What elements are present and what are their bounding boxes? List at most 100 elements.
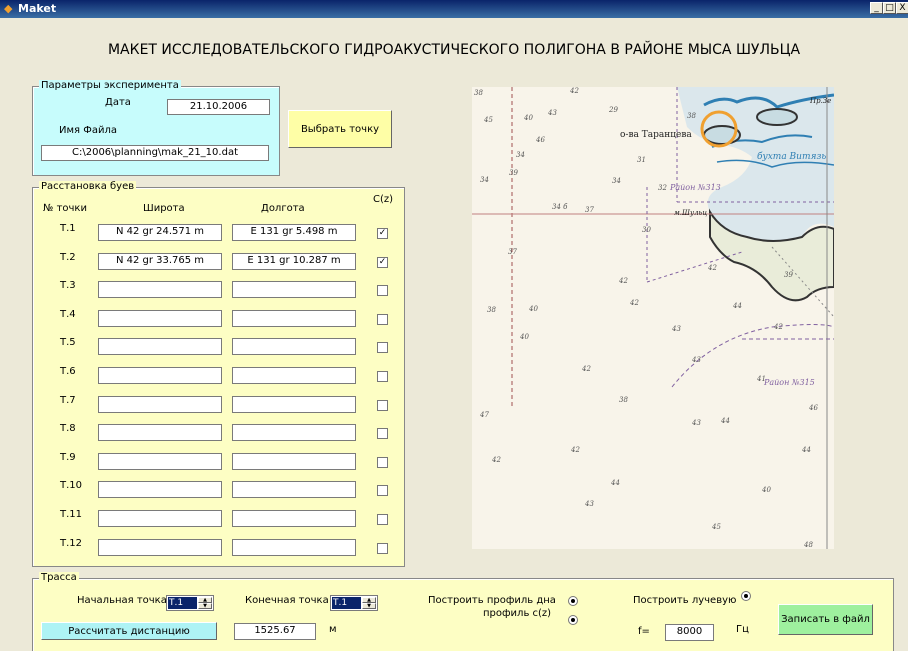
latitude-field[interactable] bbox=[98, 424, 222, 442]
depth-label: 39 bbox=[784, 271, 793, 279]
point-label: Т.9 bbox=[60, 451, 76, 463]
title-bar: ◆ Maket _ □ X bbox=[0, 0, 908, 18]
save-to-file-button[interactable]: Записать в файл bbox=[778, 604, 873, 635]
start-point-value: Т.1 bbox=[168, 597, 197, 609]
distance-unit: м bbox=[329, 624, 337, 635]
point-label: Т.5 bbox=[60, 337, 76, 349]
point-label: Т.4 bbox=[60, 308, 76, 320]
longitude-field[interactable] bbox=[232, 338, 356, 356]
depth-label: 44 bbox=[732, 302, 742, 310]
longitude-field[interactable] bbox=[232, 424, 356, 442]
latitude-field[interactable]: N 42 gr 24.571 m bbox=[98, 224, 222, 241]
freq-field[interactable]: 8000 bbox=[665, 624, 714, 641]
point-label: Т.3 bbox=[60, 280, 76, 292]
latitude-field[interactable] bbox=[98, 338, 222, 356]
end-point-select[interactable]: Т.1 ▲ ▼ bbox=[330, 595, 378, 611]
cz-profile-label: профиль с(z) bbox=[483, 608, 552, 619]
depth-label: 42 bbox=[618, 277, 628, 285]
select-point-button[interactable]: Выбрать точку bbox=[288, 110, 392, 148]
nautical-map[interactable]: о-ва Таранцева бухта Витязь Район №313 Р… bbox=[472, 87, 834, 549]
spin-down-icon[interactable]: ▼ bbox=[362, 603, 376, 609]
buoys-panel: Расстановка буев № точки Широта Долгота … bbox=[32, 181, 405, 567]
depth-label: 38 bbox=[487, 306, 496, 314]
depth-label: 38 bbox=[619, 396, 628, 404]
longitude-field[interactable]: E 131 gr 10.287 m bbox=[232, 252, 356, 270]
bottom-profile-radio[interactable] bbox=[568, 596, 578, 606]
depth-label: 39 bbox=[509, 169, 518, 177]
cz-checkbox[interactable] bbox=[377, 371, 388, 382]
longitude-field[interactable] bbox=[232, 367, 356, 384]
depth-label: 41 bbox=[756, 375, 766, 383]
spin-down-icon[interactable]: ▼ bbox=[198, 603, 212, 609]
depth-label: 34 bbox=[480, 176, 489, 184]
date-label: Дата bbox=[105, 97, 131, 108]
cz-checkbox[interactable] bbox=[377, 285, 388, 297]
buoys-legend: Расстановка буев bbox=[39, 181, 137, 192]
longitude-field[interactable] bbox=[232, 395, 356, 413]
depth-label: 43 bbox=[584, 500, 594, 508]
map-svg: о-ва Таранцева бухта Витязь Район №313 Р… bbox=[472, 87, 834, 549]
params-legend: Параметры эксперимента bbox=[39, 80, 181, 91]
bottom-profile-label: Построить профиль дна bbox=[428, 595, 556, 606]
cz-checkbox[interactable]: ✓ bbox=[377, 256, 388, 268]
point-label: Т.10 bbox=[60, 480, 83, 492]
file-name-field[interactable]: C:\2006\planning\mak_21_10.dat bbox=[41, 145, 269, 161]
cz-checkbox[interactable] bbox=[377, 342, 388, 354]
start-point-label: Начальная точка bbox=[77, 595, 167, 606]
map-label-shultz: м.Шульц bbox=[674, 209, 707, 217]
latitude-field[interactable] bbox=[98, 452, 222, 470]
start-point-select[interactable]: Т.1 ▲ ▼ bbox=[166, 595, 214, 611]
depth-label: 43 bbox=[671, 325, 681, 333]
depth-label: 45 bbox=[483, 116, 493, 124]
cz-checkbox[interactable] bbox=[377, 399, 388, 411]
depth-label: 46 bbox=[535, 136, 545, 144]
cz-checkbox[interactable] bbox=[377, 485, 388, 497]
minimize-button[interactable]: _ bbox=[870, 2, 883, 14]
date-field[interactable]: 21.10.2006 bbox=[167, 99, 270, 115]
latitude-field[interactable] bbox=[98, 309, 222, 327]
depth-label: 40 bbox=[761, 486, 771, 494]
latitude-field[interactable]: N 42 gr 33.765 m bbox=[98, 252, 222, 270]
cz-checkbox[interactable] bbox=[377, 313, 388, 325]
longitude-field[interactable] bbox=[232, 309, 356, 327]
cz-checkbox[interactable] bbox=[377, 514, 388, 525]
depth-label: 37 bbox=[585, 206, 594, 214]
point-label: Т.7 bbox=[60, 394, 76, 406]
longitude-field[interactable] bbox=[232, 281, 356, 299]
longitude-field[interactable]: E 131 gr 5.498 m bbox=[232, 224, 356, 241]
cz-checkbox[interactable]: ✓ bbox=[377, 228, 388, 239]
window-title: Maket bbox=[18, 2, 57, 15]
ray-radio[interactable] bbox=[741, 591, 751, 601]
depth-label: 34 bbox=[516, 151, 525, 159]
depth-label: 38 bbox=[687, 112, 696, 120]
cz-checkbox[interactable] bbox=[377, 428, 388, 440]
cz-checkbox[interactable] bbox=[377, 542, 388, 554]
distance-field[interactable]: 1525.67 bbox=[234, 623, 316, 640]
longitude-field[interactable] bbox=[232, 510, 356, 527]
depth-label: 46 bbox=[808, 404, 818, 412]
cz-profile-radio[interactable] bbox=[568, 615, 578, 625]
latitude-field[interactable] bbox=[98, 281, 222, 299]
calc-distance-button[interactable]: Рассчитать дистанцию bbox=[41, 622, 217, 640]
trace-panel: Трасса Начальная точка Т.1 ▲ ▼ Конечная … bbox=[32, 572, 894, 651]
col-lon-header: Долгота bbox=[261, 203, 305, 214]
trace-legend: Трасса bbox=[39, 572, 79, 583]
latitude-field[interactable] bbox=[98, 538, 222, 556]
close-button[interactable]: X bbox=[896, 2, 908, 14]
depth-label: 44 bbox=[610, 479, 620, 487]
depth-label: 34 bbox=[612, 177, 621, 185]
matlab-icon: ◆ bbox=[4, 2, 13, 15]
depth-label: 42 bbox=[491, 456, 501, 464]
latitude-field[interactable] bbox=[98, 367, 222, 384]
latitude-field[interactable] bbox=[98, 481, 222, 499]
longitude-field[interactable] bbox=[232, 481, 356, 499]
latitude-field[interactable] bbox=[98, 395, 222, 413]
cz-checkbox[interactable] bbox=[377, 456, 388, 468]
latitude-field[interactable] bbox=[98, 510, 222, 527]
longitude-field[interactable] bbox=[232, 538, 356, 556]
maximize-button[interactable]: □ bbox=[883, 2, 896, 14]
map-label-bay: бухта Витязь bbox=[757, 151, 826, 162]
longitude-field[interactable] bbox=[232, 452, 356, 470]
ray-label: Построить лучевую bbox=[633, 595, 737, 606]
depth-label: 42 bbox=[707, 264, 717, 272]
